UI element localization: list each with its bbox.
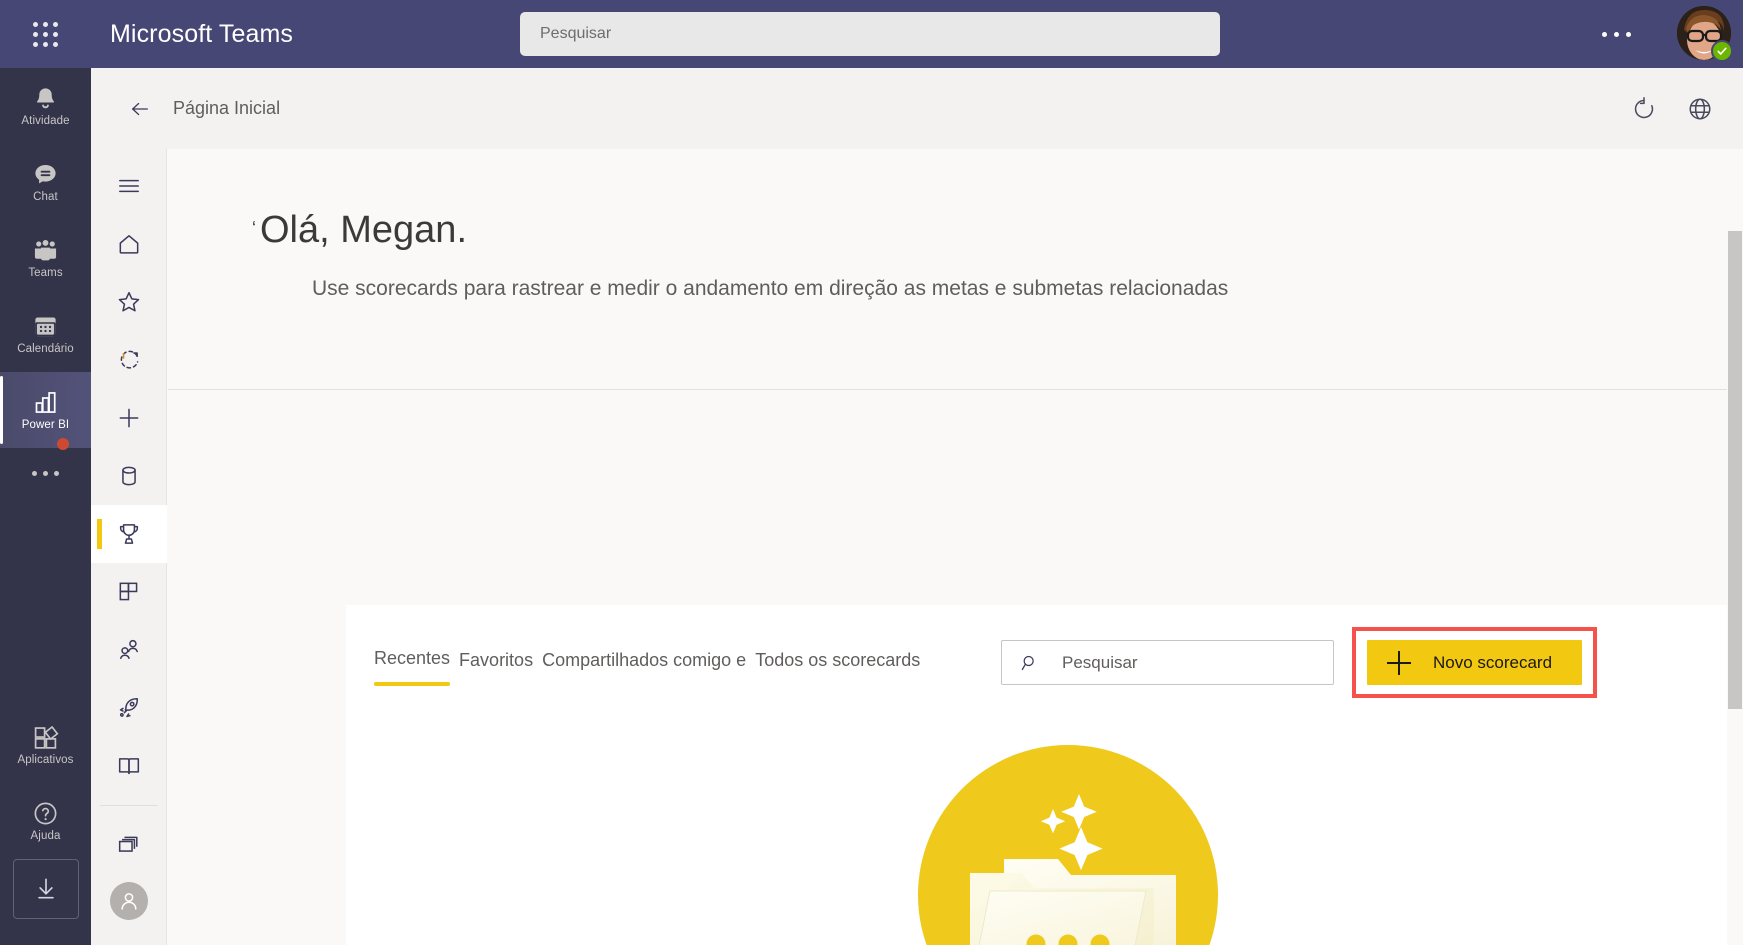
nav-workspaces[interactable] — [91, 816, 167, 874]
nav-recent[interactable] — [91, 331, 167, 389]
greeting-section: ‘ Olá, Megan. Use scorecards para rastre… — [168, 149, 1743, 390]
refresh-icon — [1634, 96, 1654, 119]
hamburger-menu-icon — [118, 179, 139, 193]
teams-left-rail: Atividade Chat Teams Calendário Power BI… — [0, 68, 91, 945]
sidebar-item-label: Chat — [33, 190, 58, 203]
content-area: Página Inicial ‘ Olá, Megan. Use scoreca… — [90, 68, 1743, 945]
question-circle-icon — [34, 802, 57, 824]
global-search-input[interactable] — [520, 12, 1220, 56]
power-bi-app-header: Página Inicial — [91, 68, 1743, 149]
scorecard-tabs: Recentes Favoritos Compartilhados comigo… — [374, 648, 929, 686]
power-bi-nav — [90, 149, 167, 945]
nav-shared[interactable] — [91, 621, 167, 679]
nav-favorites[interactable] — [91, 273, 167, 331]
tab-favoritos[interactable]: Favoritos — [459, 650, 533, 684]
back-arrow-icon[interactable] — [124, 93, 156, 125]
goals-home-main: ‘ Olá, Megan. Use scorecards para rastre… — [168, 149, 1743, 945]
search-icon — [1021, 655, 1034, 670]
sidebar-item-label: Power BI — [21, 418, 70, 431]
nav-deployment[interactable] — [91, 679, 167, 737]
tab-compartilhados-comigo[interactable]: Compartilhados comigo e — [542, 650, 746, 684]
nav-toggle[interactable] — [91, 157, 167, 215]
download-arrow-icon — [37, 878, 54, 899]
recent-clock-icon — [120, 350, 138, 369]
nav-goals[interactable] — [90, 505, 167, 563]
sidebar-more-apps-button[interactable] — [0, 438, 91, 498]
greeting-row: ‘ Olá, Megan. — [252, 207, 1743, 253]
nav-home[interactable] — [91, 215, 167, 273]
tab-recentes[interactable]: Recentes — [374, 648, 450, 686]
empty-state-folder-illustration — [918, 745, 1218, 945]
greeting-subtitle: Use scorecards para rastrear e medir o a… — [312, 277, 1229, 300]
scorecards-card: Recentes Favoritos Compartilhados comigo… — [346, 605, 1743, 945]
app-title: Microsoft Teams — [110, 19, 294, 48]
check-icon — [1717, 47, 1727, 55]
app-launcher-waffle-icon[interactable] — [22, 11, 68, 57]
person-glyph-icon — [120, 893, 137, 910]
sidebar-item-aplicativos[interactable]: Aplicativos — [0, 707, 91, 783]
rocket-icon — [119, 698, 138, 718]
sidebar-item-ajuda[interactable]: Ajuda — [0, 783, 91, 859]
avatar[interactable] — [1677, 6, 1733, 62]
nav-learn[interactable] — [91, 737, 167, 795]
plus-icon — [1387, 650, 1411, 675]
new-scorecard-label: Novo scorecard — [1433, 652, 1553, 672]
app-root: Microsoft Teams Pesquisar Atividade Chat… — [0, 0, 1743, 945]
user-avatar-icon[interactable] — [109, 882, 148, 920]
teams-title-bar: Microsoft Teams — [0, 0, 1743, 68]
refresh-button[interactable] — [1627, 92, 1661, 126]
notification-dot — [57, 438, 69, 450]
star-icon — [118, 291, 139, 312]
nav-create[interactable] — [91, 389, 167, 447]
apps-icon — [119, 582, 137, 601]
sidebar-item-calendario[interactable]: Calendário — [0, 296, 91, 372]
search-input[interactable] — [1062, 652, 1333, 673]
sidebar-item-chat[interactable]: Chat — [0, 144, 91, 220]
nav-datahub[interactable] — [91, 447, 167, 505]
sidebar-item-label: Ajuda — [30, 829, 61, 842]
language-button[interactable] — [1683, 92, 1717, 126]
calendar-icon — [35, 317, 56, 336]
globe-icon — [1689, 98, 1711, 120]
bell-icon — [36, 87, 55, 108]
folder-illustration-svg — [970, 794, 1176, 945]
sidebar-item-teams[interactable]: Teams — [0, 220, 91, 296]
tab-todos-os-scorecards[interactable]: Todos os scorecards — [755, 650, 920, 684]
vertical-scrollbar-thumb[interactable] — [1728, 231, 1742, 709]
sidebar-item-atividade[interactable]: Atividade — [0, 68, 91, 144]
illustration-circle — [918, 745, 1218, 945]
page-title: Página Inicial — [173, 98, 281, 118]
new-scorecard-button[interactable]: Novo scorecard — [1367, 640, 1582, 685]
workspaces-icon — [118, 836, 138, 852]
sidebar-item-label: Teams — [28, 266, 63, 279]
people-icon — [34, 239, 57, 260]
scorecard-search[interactable] — [1001, 640, 1334, 685]
home-icon — [119, 235, 138, 254]
book-icon — [118, 758, 139, 775]
card-toolbar: Recentes Favoritos Compartilhados comigo… — [346, 605, 1743, 725]
nav-apps[interactable] — [91, 563, 167, 621]
vertical-scrollbar-track[interactable] — [1727, 149, 1743, 945]
trophy-icon — [119, 524, 138, 544]
sidebar-item-label: Aplicativos — [17, 753, 74, 766]
greeting-title: Olá, Megan. — [260, 209, 467, 251]
nav-divider — [99, 805, 158, 806]
titlebar-more-icon[interactable] — [1594, 22, 1638, 46]
shared-with-me-icon — [119, 639, 138, 659]
plus-icon — [119, 408, 138, 428]
back-arrow-glyph — [132, 102, 148, 115]
header-actions — [1627, 92, 1717, 126]
sidebar-item-label: Calendário — [17, 342, 74, 355]
chat-bubble-icon — [35, 164, 56, 183]
greeting-tick-mark: ‘ — [252, 218, 256, 238]
download-app-button[interactable] — [12, 859, 79, 919]
database-icon — [121, 466, 136, 486]
power-bi-icon — [35, 391, 56, 413]
status-badge — [1711, 40, 1733, 62]
sidebar-item-label: Atividade — [21, 114, 70, 127]
sidebar-item-power-bi[interactable]: Power BI — [0, 372, 91, 448]
apps-grid-icon — [34, 725, 59, 749]
